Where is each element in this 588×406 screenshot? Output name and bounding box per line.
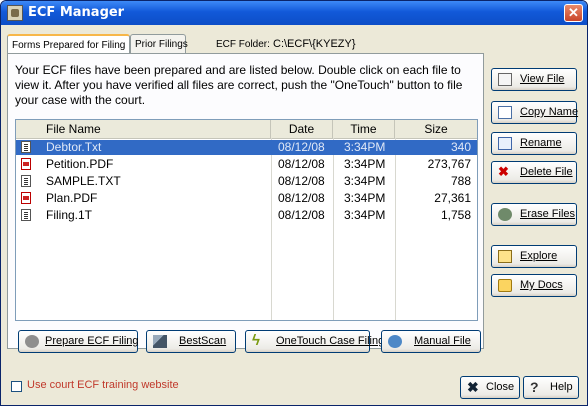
file-name-cell: Filing.1T — [46, 208, 93, 222]
file-name-cell: Petition.PDF — [46, 157, 114, 171]
explore-button[interactable]: Explore — [491, 245, 577, 268]
table-row[interactable]: Petition.PDF 08/12/08 3:34PM 273,767 — [16, 157, 477, 172]
tab-forms-prepared[interactable]: Forms Prepared for Filing — [7, 34, 130, 54]
file-date-cell: 08/12/08 — [278, 157, 325, 171]
training-website-label[interactable]: Use court ECF training website — [27, 379, 179, 391]
table-row[interactable]: Filing.1T 08/12/08 3:34PM 1,758 — [16, 208, 477, 223]
close-icon: ✖ — [467, 379, 479, 395]
bestscan-label: BestScan — [179, 335, 227, 347]
onetouch-label: OneTouch Case Filing — [276, 335, 385, 347]
erase-files-label: Erase Files — [520, 208, 576, 220]
delete-icon: ✖ — [498, 164, 509, 179]
help-icon: ? — [530, 379, 539, 395]
lightning-icon: ϟ — [252, 332, 260, 349]
file-date-cell: 08/12/08 — [278, 140, 325, 154]
manual-file-icon — [388, 335, 402, 348]
table-row[interactable]: Plan.PDF 08/12/08 3:34PM 27,361 — [16, 191, 477, 206]
erase-icon — [498, 208, 512, 221]
table-row[interactable]: Debtor.Txt 08/12/08 3:34PM 340 — [16, 140, 477, 155]
delete-file-label: Delete File — [520, 166, 573, 178]
file-size-cell: 340 — [450, 140, 471, 154]
file-list[interactable]: File Name Date Time Size Debtor.Txt 08/1… — [15, 119, 478, 321]
rename-button[interactable]: Rename — [491, 132, 577, 155]
file-size-cell: 1,758 — [440, 208, 471, 222]
view-file-label: View File — [520, 73, 565, 85]
text-file-icon — [21, 141, 31, 153]
window-close-button[interactable]: ✕ — [564, 4, 583, 22]
help-button[interactable]: ? Help — [523, 376, 579, 399]
explore-label: Explore — [520, 250, 558, 262]
ecf-folder-label: ECF Folder: — [216, 39, 270, 50]
file-size-cell: 27,361 — [434, 191, 471, 205]
prepare-ecf-filing-button[interactable]: Prepare ECF Filing — [18, 330, 139, 353]
training-website-checkbox[interactable] — [11, 381, 22, 392]
column-header-file-name[interactable]: File Name — [16, 120, 271, 138]
explore-icon — [498, 250, 512, 263]
my-docs-button[interactable]: My Docs — [491, 274, 577, 297]
view-file-button[interactable]: View File — [491, 68, 577, 91]
window-title: ECF Manager — [28, 5, 125, 20]
app-icon — [7, 5, 23, 21]
file-time-cell: 3:34PM — [344, 174, 386, 188]
text-file-icon — [21, 175, 31, 187]
pdf-file-icon — [21, 158, 31, 170]
prepare-label: Prepare ECF Filing — [45, 335, 139, 347]
file-name-cell: SAMPLE.TXT — [46, 174, 121, 188]
folder-icon — [498, 279, 512, 292]
table-row[interactable]: SAMPLE.TXT 08/12/08 3:34PM 788 — [16, 174, 477, 189]
title-bar[interactable]: ECF Manager ✕ — [1, 1, 587, 25]
help-label: Help — [550, 381, 573, 393]
rename-label: Rename — [520, 137, 562, 149]
text-file-icon — [21, 209, 31, 221]
file-name-cell: Debtor.Txt — [46, 140, 102, 154]
onetouch-case-filing-button[interactable]: ϟ OneTouch Case Filing — [245, 330, 384, 353]
file-date-cell: 08/12/08 — [278, 191, 325, 205]
file-time-cell: 3:34PM — [344, 191, 386, 205]
view-file-icon — [498, 73, 512, 86]
my-docs-label: My Docs — [520, 279, 563, 291]
copy-name-label: Copy Name — [520, 106, 579, 118]
close-label: Close — [486, 381, 515, 393]
delete-file-button[interactable]: ✖ Delete File — [491, 161, 577, 184]
file-time-cell: 3:34PM — [344, 157, 386, 171]
manual-file-button[interactable]: Manual File — [381, 330, 481, 353]
file-date-cell: 08/12/08 — [278, 174, 325, 188]
column-header-time[interactable]: Time — [333, 120, 395, 138]
file-time-cell: 3:34PM — [344, 208, 386, 222]
file-size-cell: 788 — [450, 174, 471, 188]
file-name-cell: Plan.PDF — [46, 191, 98, 205]
pdf-file-icon — [21, 192, 31, 204]
prepare-icon — [25, 335, 39, 348]
tab-prior-filings[interactable]: Prior Filings — [130, 34, 188, 54]
copy-icon — [498, 106, 512, 119]
bestscan-button[interactable]: BestScan — [146, 330, 236, 353]
ecf-manager-window: ECF Manager ✕ Forms Prepared for Filing … — [0, 0, 588, 406]
erase-files-button[interactable]: Erase Files — [491, 203, 577, 226]
scanner-icon — [153, 335, 167, 348]
manual-file-label: Manual File — [414, 335, 471, 347]
ecf-folder-path: C:\ECF\{KYEZY} — [273, 38, 356, 50]
close-button[interactable]: ✖ Close — [460, 376, 520, 399]
column-header-date[interactable]: Date — [271, 120, 333, 138]
file-size-cell: 273,767 — [427, 157, 471, 171]
instructions-text: Your ECF files have been prepared and ar… — [15, 63, 463, 107]
file-list-header: File Name Date Time Size — [16, 120, 477, 139]
file-date-cell: 08/12/08 — [278, 208, 325, 222]
copy-name-button[interactable]: Copy Name — [491, 101, 579, 124]
column-header-size[interactable]: Size — [395, 120, 477, 138]
file-time-cell: 3:34PM — [344, 140, 386, 154]
rename-icon — [498, 137, 512, 150]
